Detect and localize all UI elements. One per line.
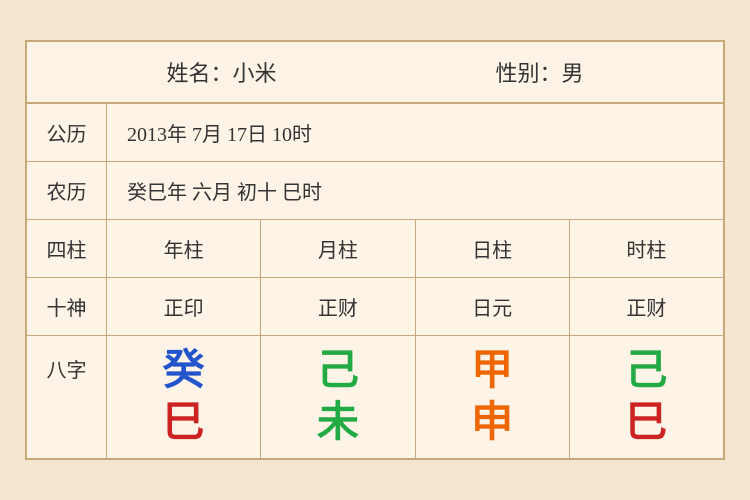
lunar-label: 农历 xyxy=(27,162,107,219)
shishen-cols: 正印 正财 日元 正财 xyxy=(107,278,723,335)
shishen-col-2: 日元 xyxy=(416,278,570,335)
sizhu-col-3: 时柱 xyxy=(570,220,723,277)
bazi-label: 八字 xyxy=(27,336,107,458)
lunar-value: 癸巳年 六月 初十 巳时 xyxy=(107,162,723,219)
sizhu-col-1: 月柱 xyxy=(261,220,415,277)
bazi-col-2: 甲 申 xyxy=(416,336,570,458)
bazi-cols: 癸 巳 己 未 甲 申 己 巳 xyxy=(107,336,723,458)
sizhu-col-2: 日柱 xyxy=(416,220,570,277)
bazi-col-3: 己 巳 xyxy=(570,336,723,458)
shishen-col-1: 正财 xyxy=(261,278,415,335)
lunar-row: 农历 癸巳年 六月 初十 巳时 xyxy=(27,162,723,220)
bazi-tian-1: 己 xyxy=(317,348,359,394)
bazi-col-1: 己 未 xyxy=(261,336,415,458)
gender-label: 性别：男 xyxy=(495,56,583,88)
bazi-di-3: 巳 xyxy=(625,400,667,446)
solar-label: 公历 xyxy=(27,104,107,161)
bazi-row: 八字 癸 巳 己 未 甲 申 己 巳 xyxy=(27,336,723,458)
sizhu-cols: 年柱 月柱 日柱 时柱 xyxy=(107,220,723,277)
bazi-di-0: 巳 xyxy=(163,400,205,446)
bazi-tian-3: 己 xyxy=(625,348,667,394)
name-label: 姓名：小米 xyxy=(166,56,276,88)
solar-row: 公历 2013年 7月 17日 10时 xyxy=(27,104,723,162)
header-row: 姓名：小米 性别：男 xyxy=(27,42,723,104)
main-container: 姓名：小米 性别：男 公历 2013年 7月 17日 10时 农历 癸巳年 六月… xyxy=(25,40,725,460)
shishen-col-3: 正财 xyxy=(570,278,723,335)
bazi-col-0: 癸 巳 xyxy=(107,336,261,458)
shishen-label: 十神 xyxy=(27,278,107,335)
bazi-tian-0: 癸 xyxy=(163,348,205,394)
bazi-di-1: 未 xyxy=(317,400,359,446)
shishen-row: 十神 正印 正财 日元 正财 xyxy=(27,278,723,336)
sizhu-col-0: 年柱 xyxy=(107,220,261,277)
sizhu-row: 四柱 年柱 月柱 日柱 时柱 xyxy=(27,220,723,278)
sizhu-label: 四柱 xyxy=(27,220,107,277)
shishen-col-0: 正印 xyxy=(107,278,261,335)
bazi-di-2: 申 xyxy=(471,400,513,446)
solar-value: 2013年 7月 17日 10时 xyxy=(107,104,723,161)
bazi-tian-2: 甲 xyxy=(471,348,513,394)
